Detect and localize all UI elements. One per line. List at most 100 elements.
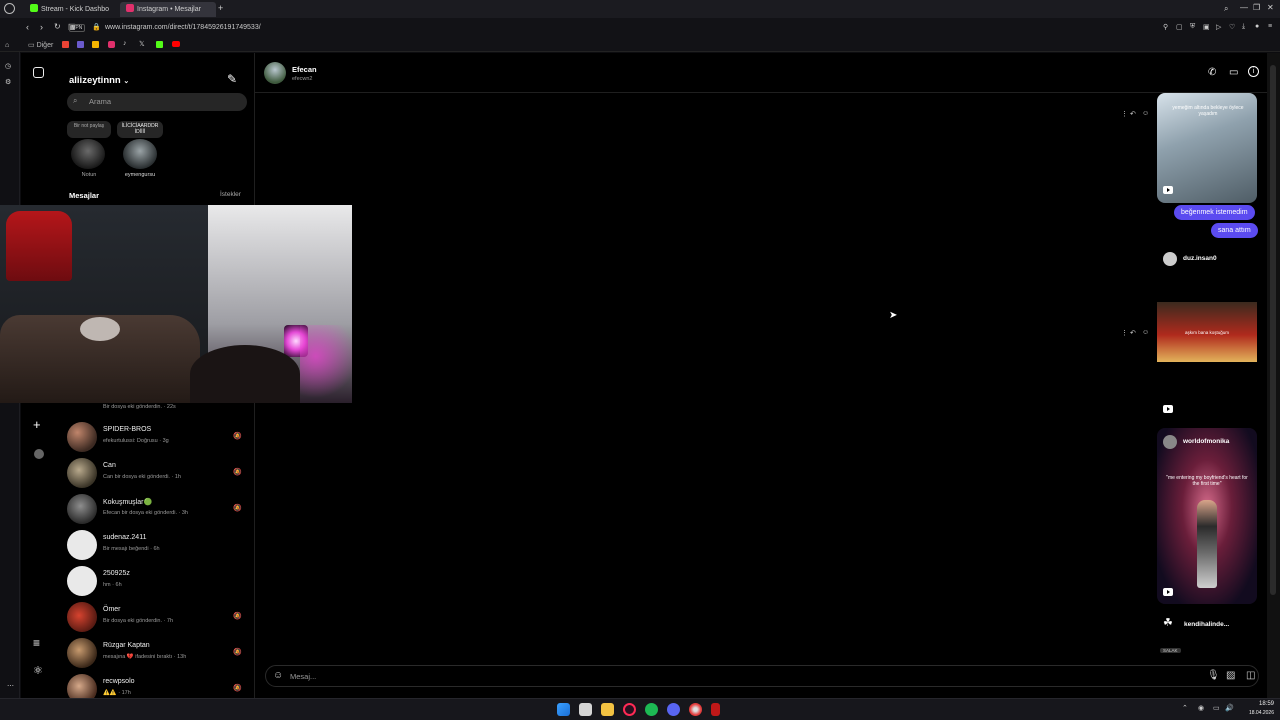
conversation-item[interactable]: Can Can bir dosya eki gönderdi. · 1h 🔕 xyxy=(67,456,251,490)
bookmark-icon-2[interactable] xyxy=(77,41,84,48)
reel-message-2[interactable]: duz.insan0 aşkım bana koştuğum xyxy=(1157,247,1257,420)
tray-app-icon[interactable]: ◉ xyxy=(1198,704,1204,712)
avatar xyxy=(67,638,97,668)
profile-avatar-icon[interactable] xyxy=(34,449,44,459)
conversation-item[interactable]: Kokuşmuşlar🟢 Efecan bir dosya eki gönder… xyxy=(67,492,251,526)
microphone-icon[interactable]: 🎙 xyxy=(1207,670,1220,681)
tiktok-bookmark-icon[interactable]: ♪ xyxy=(123,40,127,47)
instagram-bookmark-icon[interactable] xyxy=(108,41,115,48)
conversation-name: SPIDER-BROS xyxy=(103,426,152,433)
spotify-icon[interactable] xyxy=(645,703,658,716)
volume-icon[interactable]: 🔊 xyxy=(1225,704,1234,712)
conversation-item[interactable]: Ömer Bir dosya eki gönderdin. · 7h 🔕 xyxy=(67,600,251,634)
heart-icon[interactable]: ♡ xyxy=(1229,23,1235,31)
account-switcher[interactable]: aliizeytinnn ⌄ xyxy=(69,75,129,86)
task-view-icon[interactable] xyxy=(579,703,592,716)
tab-instagram[interactable]: Instagram • Mesajlar xyxy=(120,2,216,17)
more-menu-icon[interactable]: ≡ xyxy=(33,636,40,650)
gmail-bookmark-icon[interactable] xyxy=(62,41,69,48)
conversation-item[interactable]: SPIDER-BROS efekurtulussi: Doğrusu · 3g … xyxy=(67,420,251,454)
bookmark-icon-3[interactable] xyxy=(92,41,99,48)
network-icon[interactable]: ▭ xyxy=(1213,704,1220,712)
reload-icon[interactable]: ↻ xyxy=(54,22,61,31)
url-field[interactable]: www.instagram.com/direct/t/1784592619174… xyxy=(105,24,261,31)
note-avatar xyxy=(71,139,105,169)
phone-icon[interactable]: ✆ xyxy=(1208,67,1216,78)
page-scrollbar[interactable] xyxy=(1267,53,1280,698)
bookmark-folder[interactable]: ▭ Diğer xyxy=(28,41,53,49)
tray-chevron-icon[interactable]: ⌃ xyxy=(1182,704,1188,712)
close-window-icon[interactable]: ✕ xyxy=(1267,3,1274,12)
new-tab-icon[interactable]: + xyxy=(218,3,223,13)
reel-message-4[interactable]: ☘ kendihalinde... SALAK xyxy=(1157,612,1257,658)
clock-date[interactable]: 18.04.2026 xyxy=(1236,710,1274,716)
profile-icon[interactable]: ● xyxy=(1255,23,1259,30)
note-eymengursu[interactable]: İLİCİCİAARDDR İDİİİİ eymengursu xyxy=(117,121,163,183)
workspace-icon[interactable]: ⌂ xyxy=(5,42,9,49)
forward-icon[interactable]: › xyxy=(40,22,43,32)
react-icon[interactable]: ☺ xyxy=(1142,110,1149,117)
youtube-bookmark-icon[interactable] xyxy=(172,41,180,47)
conversation-item[interactable]: Rüzgar Kaptan mesajına 💔 ifadesini bırak… xyxy=(67,636,251,670)
app-icon[interactable] xyxy=(689,703,702,716)
wallet-icon[interactable]: ▣ xyxy=(1203,23,1210,31)
vpn-badge[interactable]: VPN xyxy=(69,24,86,32)
discord-icon[interactable] xyxy=(667,703,680,716)
download-icon[interactable]: ⤓ xyxy=(1242,23,1245,31)
new-message-icon[interactable]: ✎ xyxy=(227,72,237,86)
instagram-logo-icon[interactable] xyxy=(33,67,44,78)
conversation-item[interactable]: recwpsolo ⚠️⚠️ · 17h 🔕 xyxy=(67,672,251,698)
browser-menu-icon[interactable] xyxy=(4,3,15,14)
settings-icon[interactable]: ⚙ xyxy=(5,78,11,86)
shield-icon[interactable]: ⛨ xyxy=(1190,23,1195,31)
x-bookmark-icon[interactable]: 𝕏 xyxy=(139,40,145,48)
reply-icon[interactable]: ↶ xyxy=(1130,329,1136,337)
sticker-icon[interactable]: ◫ xyxy=(1246,670,1255,681)
tab-kick[interactable]: Stream - Kick Dashbo xyxy=(24,2,118,17)
search-tabs-icon[interactable]: ⌕ xyxy=(1224,4,1228,14)
rail-more-icon[interactable]: ⋯ xyxy=(7,682,14,690)
pin-icon[interactable]: ⚲ xyxy=(1163,23,1168,31)
more-options-icon[interactable]: ⋮ xyxy=(1121,110,1128,118)
minimize-icon[interactable]: — xyxy=(1240,3,1248,12)
reel-message-3[interactable]: worldofmonika "me entering my boyfriend'… xyxy=(1157,428,1257,604)
image-icon[interactable]: ▨ xyxy=(1226,670,1235,681)
partial-conversation-preview[interactable]: Bir dosya eki gönderdin. · 22s xyxy=(103,404,176,410)
conversation-item[interactable]: 250925z hm · 6h xyxy=(67,564,251,598)
contact-avatar[interactable] xyxy=(264,62,286,84)
windows-start-icon[interactable] xyxy=(557,703,570,716)
play-icon[interactable]: ▷ xyxy=(1216,23,1221,31)
history-icon[interactable]: ◷ xyxy=(5,62,11,70)
contact-name[interactable]: Efecan xyxy=(292,65,317,74)
easy-setup-icon[interactable]: ≡ xyxy=(1268,23,1272,30)
emoji-icon[interactable]: ☺ xyxy=(273,670,283,681)
message-bubble-sent[interactable]: sana attım xyxy=(1211,223,1258,238)
message-bubble-sent[interactable]: beğenmek istemedim xyxy=(1174,205,1255,220)
clock-time[interactable]: 18:59 xyxy=(1244,701,1274,707)
reel-play-icon xyxy=(1163,186,1173,194)
restore-icon[interactable]: ❐ xyxy=(1253,3,1260,12)
scrollbar-thumb[interactable] xyxy=(1270,65,1276,595)
app-icon-red[interactable] xyxy=(711,703,720,716)
reel-message-1[interactable]: yemeğim altında bekleye öylece yaşadım xyxy=(1157,93,1257,203)
message-composer[interactable]: ☺ Mesaj... 🎙 ▨ ◫ xyxy=(265,665,1259,687)
screenshot-icon[interactable]: ▢ xyxy=(1176,23,1183,31)
back-icon[interactable]: ‹ xyxy=(26,22,29,32)
video-call-icon[interactable]: ▭ xyxy=(1229,67,1238,78)
info-icon[interactable]: i xyxy=(1248,66,1259,77)
note-own[interactable]: Bir not paylaş Notun xyxy=(67,121,111,183)
file-explorer-icon[interactable] xyxy=(601,703,614,716)
bookmarks-bar: ▭ Diğer ♪ 𝕏 xyxy=(0,38,1280,52)
requests-link[interactable]: İstekler xyxy=(220,191,241,198)
conversation-item[interactable]: sudenaz.2411 Bir mesajı beğendi · 6h xyxy=(67,528,251,562)
threads-icon[interactable]: ⚛ xyxy=(33,664,43,677)
search-box[interactable]: ⌕ Arama xyxy=(67,93,247,111)
kick-bookmark-icon[interactable] xyxy=(156,41,163,48)
opera-gx-icon[interactable] xyxy=(623,703,636,716)
reply-icon[interactable]: ↶ xyxy=(1130,110,1136,118)
create-icon[interactable]: + xyxy=(33,417,41,432)
more-options-icon[interactable]: ⋮ xyxy=(1121,329,1128,337)
react-icon[interactable]: ☺ xyxy=(1142,329,1149,336)
chevron-down-icon: ⌄ xyxy=(123,78,130,85)
webcam-glow xyxy=(300,325,352,403)
